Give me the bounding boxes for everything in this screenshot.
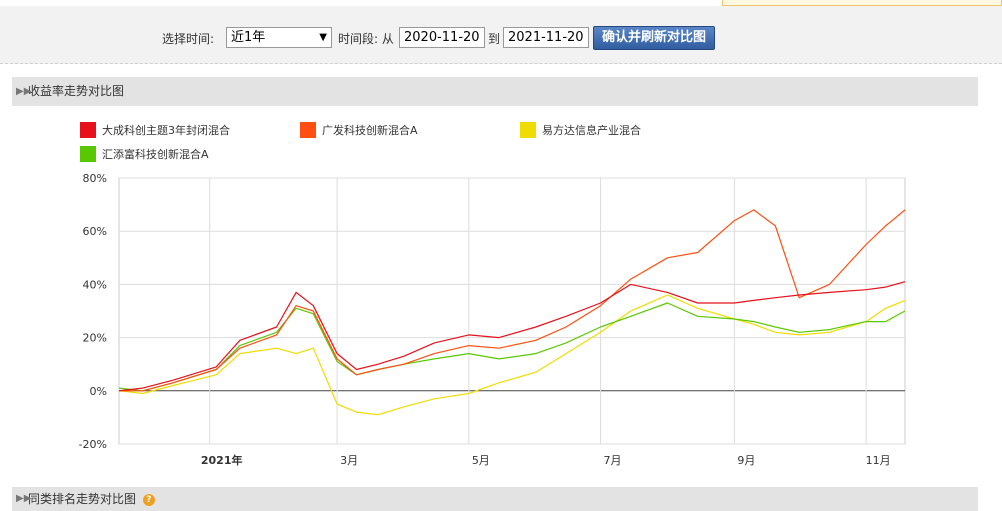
return-trend-chart: 80% 60% 40% 20% 0% -20% 2021年 3月 5月 7月 9月 11月 (79, 172, 906, 467)
y-tick-label: 0% (90, 385, 107, 398)
series-line-2 (119, 209, 906, 392)
x-tick-label: 5月 (472, 454, 490, 467)
plot-area (118, 177, 906, 445)
y-tick-label: -20% (79, 438, 107, 451)
double-arrow-icon: ▶▶ (16, 493, 32, 504)
help-icon[interactable]: ? (142, 493, 155, 506)
y-tick-label: 20% (83, 332, 107, 345)
series-line-3 (118, 294, 906, 416)
x-tick-label: 2021年 (201, 453, 243, 467)
series-line-4 (118, 302, 906, 392)
x-tick-label: 3月 (340, 454, 358, 467)
x-tick-label: 11月 (866, 454, 891, 467)
x-tick-label: 7月 (604, 454, 622, 467)
y-tick-label: 80% (83, 172, 107, 185)
rank-trend-title: 同类排名走势对比图 (28, 492, 137, 506)
rank-trend-header[interactable]: ▶▶ 同类排名走势对比图 ? (12, 487, 978, 511)
series-line-1 (118, 281, 906, 392)
y-tick-label: 60% (83, 225, 107, 238)
x-tick-label: 9月 (737, 454, 755, 467)
y-tick-label: 40% (83, 278, 107, 291)
